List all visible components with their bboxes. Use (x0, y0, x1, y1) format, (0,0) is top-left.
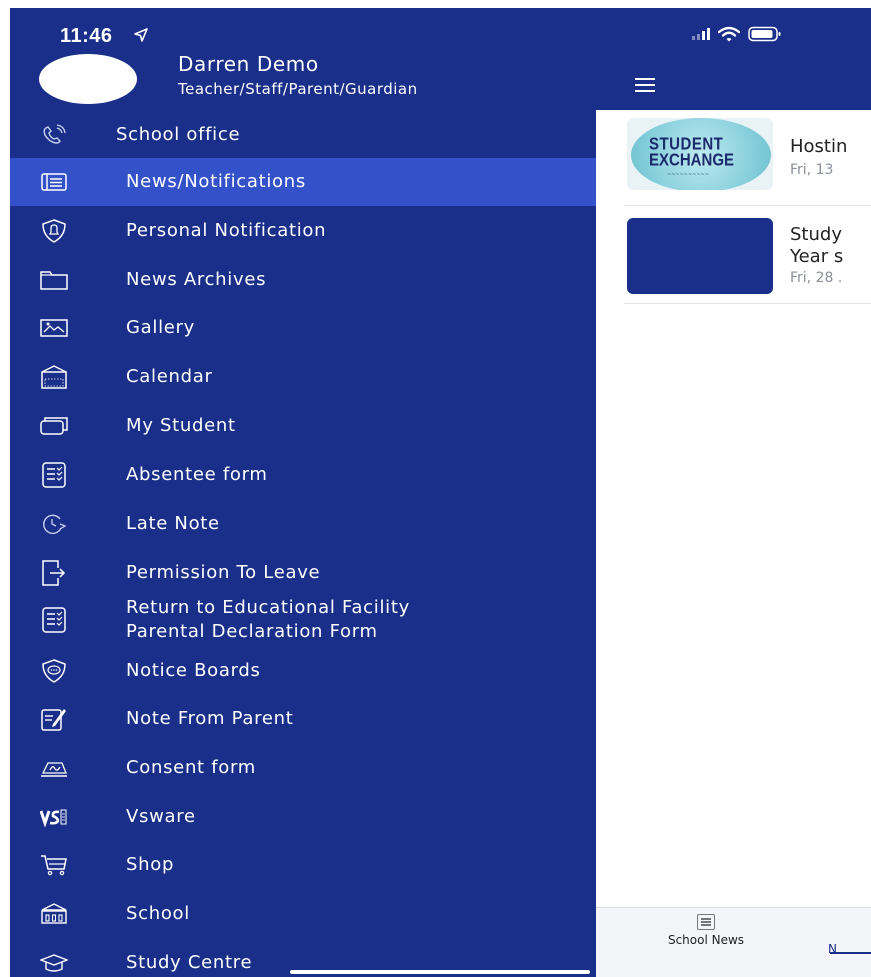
avatar[interactable] (39, 54, 137, 104)
menu-item-permission-to-leave[interactable]: Permission To Leave (10, 549, 596, 597)
menu-item-label: School (126, 903, 190, 924)
menu-item-note-from-parent[interactable]: Note From Parent (10, 695, 596, 743)
menu-item-label: My Student (126, 415, 236, 436)
wifi-icon (718, 26, 740, 42)
tab-school-news[interactable]: School News (636, 914, 776, 947)
menu-item-label: Absentee form (126, 464, 268, 485)
menu-item-news-notifications[interactable]: News/Notifications (10, 158, 596, 206)
menu-item-shop[interactable]: Shop (10, 841, 596, 889)
home-indicator (290, 970, 590, 974)
menu-item-label: Gallery (126, 317, 196, 338)
menu-item-label: Study Centre (126, 952, 253, 973)
menu-item-label: Notice Boards (126, 660, 261, 681)
image-icon (40, 316, 68, 340)
battery-icon (748, 26, 782, 42)
checklist-icon (40, 607, 68, 633)
menu-item-absentee-form[interactable]: Absentee form (10, 451, 596, 499)
tab-bar: School News N (596, 907, 871, 977)
menu-item-label: News/Notifications (126, 171, 306, 192)
menu-item-news-archives[interactable]: News Archives (10, 256, 596, 304)
chat-shield-icon (40, 659, 68, 683)
checklist-icon (40, 462, 68, 488)
menu-item-label: Personal Notification (126, 220, 327, 241)
note-edit-icon (40, 707, 68, 731)
menu-item-label: Shop (126, 854, 175, 875)
status-icons (692, 26, 782, 42)
card-icon (40, 414, 68, 438)
menu-item-my-student[interactable]: My Student (10, 402, 596, 450)
menu-item-personal-notification[interactable]: Personal Notification (10, 207, 596, 255)
hamburger-menu-icon[interactable] (635, 78, 655, 92)
signature-icon (40, 756, 68, 780)
newspaper-icon (697, 914, 715, 930)
menu-item-label: Permission To Leave (126, 562, 321, 583)
menu-item-label: Calendar (126, 366, 213, 387)
menu-item-school[interactable]: School (10, 890, 596, 938)
phone-icon (40, 123, 68, 147)
news-title-line2: Year s (790, 246, 844, 267)
clock-icon (40, 512, 68, 536)
menu-item-label: Consent form (126, 757, 256, 778)
tab-active-indicator (830, 952, 871, 954)
menu-item-label: School office (116, 124, 241, 145)
menu-item-label: News Archives (126, 269, 267, 290)
user-name: Darren Demo (178, 52, 319, 76)
menu-item-late-note[interactable]: Late Note (10, 500, 596, 548)
news-thumbnail (627, 218, 773, 294)
menu-item-label: Return to Educational Facility Parental … (126, 597, 410, 642)
location-arrow-icon (134, 28, 148, 42)
school-building-icon (40, 902, 68, 926)
signal-icon (692, 28, 710, 40)
news-item[interactable]: Study Year s Fri, 28 . (624, 208, 871, 304)
user-role: Teacher/Staff/Parent/Guardian (178, 80, 418, 98)
folder-icon (40, 268, 68, 292)
menu-item-label: Late Note (126, 513, 220, 534)
news-date: Fri, 28 . (790, 270, 843, 286)
menu-item-label: Note From Parent (126, 708, 294, 729)
menu-item-notice-boards[interactable]: Notice Boards (10, 647, 596, 695)
menu-item-label: Vsware (126, 806, 196, 827)
exit-icon (40, 560, 68, 586)
news-date: Fri, 13 (790, 162, 834, 178)
menu-item-consent-form[interactable]: Consent form (10, 744, 596, 792)
newspaper-icon (40, 170, 68, 194)
menu-item-calendar[interactable]: Calendar (10, 353, 596, 401)
menu-item-vsware[interactable]: Vsware (10, 793, 596, 841)
vsware-logo-icon (40, 805, 68, 829)
bell-shield-icon (40, 219, 68, 243)
menu-item-return-to-educational-facility[interactable]: Return to Educational Facility Parental … (10, 596, 596, 646)
news-thumbnail: STUDENT EXCHANGE ~~~~~~~~~~ (627, 118, 773, 190)
news-item[interactable]: STUDENT EXCHANGE ~~~~~~~~~~ Hostin Fri, … (624, 112, 871, 206)
news-title: Hostin (790, 136, 848, 157)
news-title: Study (790, 224, 842, 245)
navigation-drawer: 11:46 Darren Demo Teacher/Staff/Parent/G… (10, 8, 596, 977)
graduation-cap-icon (40, 951, 68, 975)
menu-item-gallery[interactable]: Gallery (10, 304, 596, 352)
cart-icon (40, 853, 68, 877)
status-time: 11:46 (60, 25, 113, 47)
menu-item-school-office[interactable]: School office (10, 111, 596, 159)
app-bar (596, 8, 871, 110)
calendar-icon (40, 365, 68, 389)
